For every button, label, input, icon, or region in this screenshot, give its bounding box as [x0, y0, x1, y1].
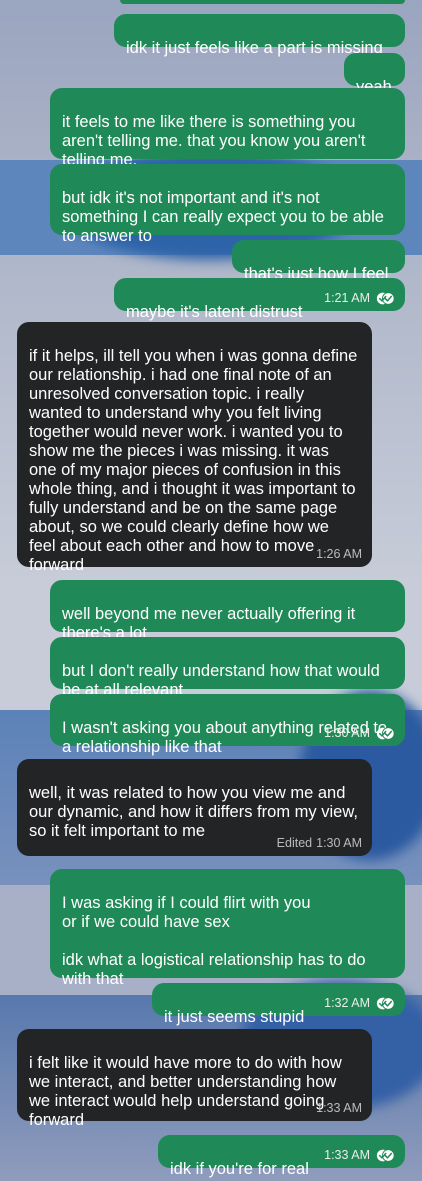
message-bubble-outgoing[interactable]: it just seems stupid 1:32 AM [152, 983, 405, 1026]
double-check-icon [376, 726, 395, 740]
message-bubble-incoming[interactable]: if it helps, ill tell you when i was gon… [17, 322, 372, 574]
message-bubble-outgoing[interactable]: that's just how I feel [232, 240, 405, 283]
message-bubble-outgoing[interactable]: well beyond me never actually offering i… [50, 580, 405, 642]
message-time: 1:26 AM [316, 547, 362, 561]
message-text: idk it just feels like a part is missing [126, 39, 383, 57]
message-text: i felt like it would have more to do wit… [29, 1054, 342, 1129]
double-check-icon [376, 1148, 395, 1162]
message-meta: Edited 1:30 AM [277, 836, 362, 850]
message-meta: 1:33 AM [324, 1148, 395, 1162]
message-text: but idk it's not important and it's not … [62, 189, 384, 245]
double-check-icon [376, 996, 395, 1010]
message-text: I was asking if I could flirt with you o… [62, 894, 366, 988]
message-bubble-incoming[interactable]: i felt like it would have more to do wit… [17, 1029, 372, 1129]
message-meta: 1:21 AM [324, 291, 395, 305]
edited-label: Edited [276, 836, 313, 850]
message-text: it just seems stupid [164, 1008, 305, 1026]
message-time: 1:33 AM [324, 1148, 370, 1162]
message-meta: 1:26 AM [316, 547, 362, 561]
message-bubble-outgoing[interactable]: but idk it's not important and it's not … [50, 164, 405, 245]
message-bubble-outgoing[interactable]: I was asking if I could flirt with you o… [50, 869, 405, 988]
message-meta: 1:33 AM [316, 1101, 362, 1115]
message-bubble-outgoing[interactable]: but I don't really understand how that w… [50, 637, 405, 699]
message-text: if it helps, ill tell you when i was gon… [29, 347, 358, 574]
message-bubble-outgoing[interactable]: idk it just feels like a part is missing [114, 14, 405, 57]
message-bubble-outgoing[interactable]: maybe it's latent distrust 1:21 AM [114, 278, 405, 321]
message-text: idk if you're for real [170, 1160, 309, 1178]
message-time: 1:32 AM [324, 996, 370, 1010]
message-bubble-outgoing[interactable]: idk if you're for real 1:33 AM [158, 1135, 405, 1178]
message-time: 1:21 AM [324, 291, 370, 305]
message-bubble-incoming[interactable]: well, it was related to how you view me … [17, 759, 372, 856]
message-text: maybe it's latent distrust [126, 303, 303, 321]
message-bubble-outgoing[interactable]: I wasn't asking you about anything relat… [50, 694, 405, 756]
message-text: well, it was related to how you view me … [29, 784, 358, 840]
message-time: 1:30 AM [316, 836, 362, 850]
message-time: 1:33 AM [316, 1101, 362, 1115]
message-bubble-outgoing[interactable]: yeah [344, 53, 405, 96]
message-meta: 1:30 AM [324, 726, 395, 740]
message-bubble-outgoing[interactable]: it feels to me like there is something y… [50, 88, 405, 169]
previous-message-edge [120, 0, 405, 4]
message-list[interactable]: idk it just feels like a part is missing… [0, 0, 422, 1181]
message-time: 1:30 AM [324, 726, 370, 740]
message-text: it feels to me like there is something y… [62, 113, 366, 169]
double-check-icon [376, 291, 395, 305]
message-meta: 1:32 AM [324, 996, 395, 1010]
